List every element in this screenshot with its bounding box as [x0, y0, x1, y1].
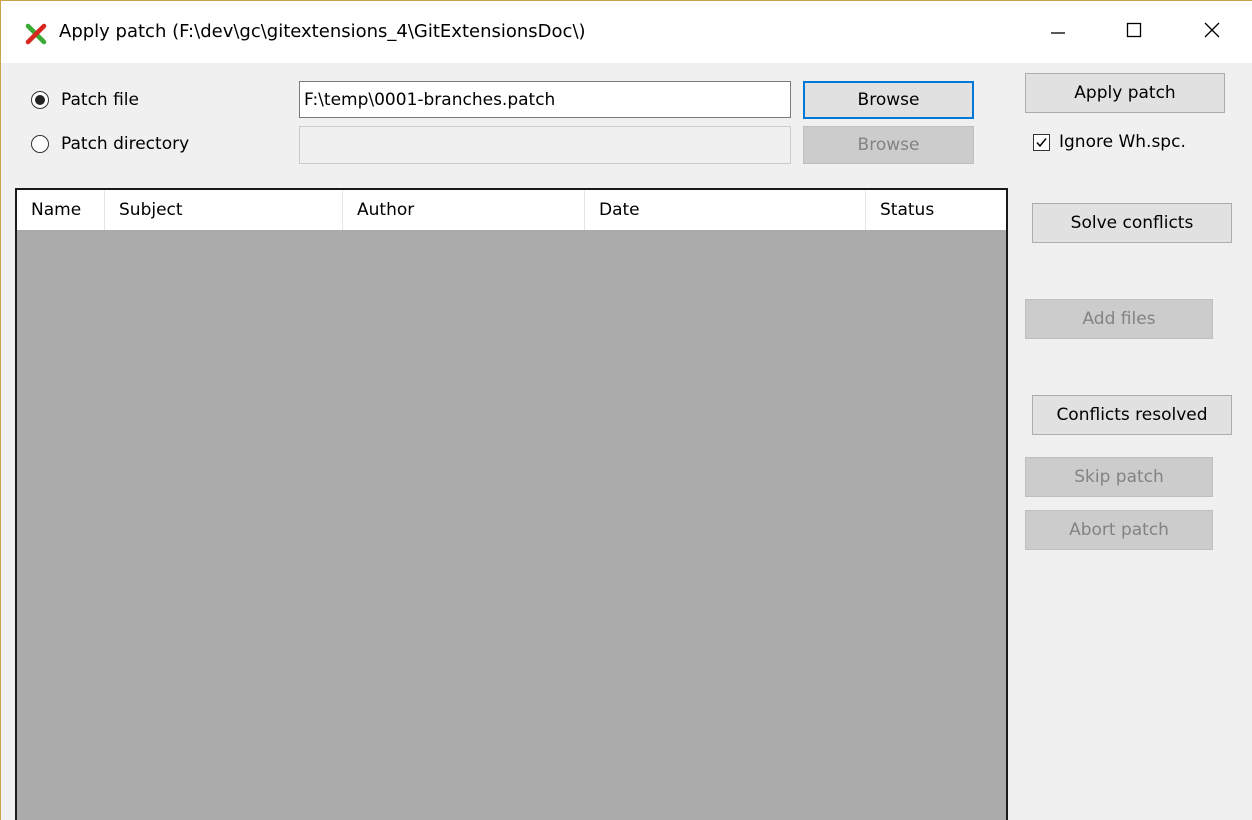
patch-directory-label: Patch directory: [61, 134, 190, 154]
skip-patch-button[interactable]: Skip patch: [1025, 457, 1213, 497]
patch-grid[interactable]: Name Subject Author Date Status: [15, 188, 1008, 820]
apply-patch-button[interactable]: Apply patch: [1025, 73, 1225, 113]
column-header-name[interactable]: Name: [17, 190, 105, 230]
window-title: Apply patch (F:\dev\gc\gitextensions_4\G…: [59, 21, 586, 42]
ignore-whitespace-checkbox[interactable]: Ignore Wh.spc.: [1033, 132, 1186, 152]
column-header-author[interactable]: Author: [343, 190, 585, 230]
maximize-button[interactable]: [1105, 1, 1163, 63]
radio-unselected-icon[interactable]: [31, 135, 49, 153]
apply-patch-window: Apply patch (F:\dev\gc\gitextensions_4\G…: [0, 0, 1252, 820]
patch-file-radio[interactable]: Patch file: [31, 90, 139, 110]
patch-file-label: Patch file: [61, 90, 139, 110]
solve-conflicts-button[interactable]: Solve conflicts: [1032, 203, 1232, 243]
column-header-status[interactable]: Status: [866, 190, 1006, 230]
close-icon: [1203, 21, 1221, 44]
minimize-button[interactable]: [1029, 1, 1087, 63]
patch-directory-input[interactable]: [299, 126, 791, 164]
checkbox-checked-icon[interactable]: [1033, 133, 1050, 151]
minimize-icon: [1049, 21, 1067, 44]
title-bar[interactable]: Apply patch (F:\dev\gc\gitextensions_4\G…: [1, 1, 1252, 63]
abort-patch-button[interactable]: Abort patch: [1025, 510, 1213, 550]
close-button[interactable]: [1183, 1, 1241, 63]
patch-file-input[interactable]: F:\temp\0001-branches.patch: [299, 81, 791, 118]
column-header-subject[interactable]: Subject: [105, 190, 343, 230]
column-header-date[interactable]: Date: [585, 190, 866, 230]
radio-selected-icon[interactable]: [31, 91, 49, 109]
patch-directory-radio[interactable]: Patch directory: [31, 134, 189, 154]
add-files-button[interactable]: Add files: [1025, 299, 1213, 339]
conflicts-resolved-button[interactable]: Conflicts resolved: [1032, 395, 1232, 435]
maximize-icon: [1125, 21, 1143, 44]
ignore-whitespace-label: Ignore Wh.spc.: [1059, 132, 1186, 152]
grid-header: Name Subject Author Date Status: [17, 190, 1006, 230]
browse-directory-button[interactable]: Browse: [803, 126, 974, 164]
browse-file-button[interactable]: Browse: [803, 81, 974, 119]
git-extensions-logo-icon: [25, 23, 47, 45]
